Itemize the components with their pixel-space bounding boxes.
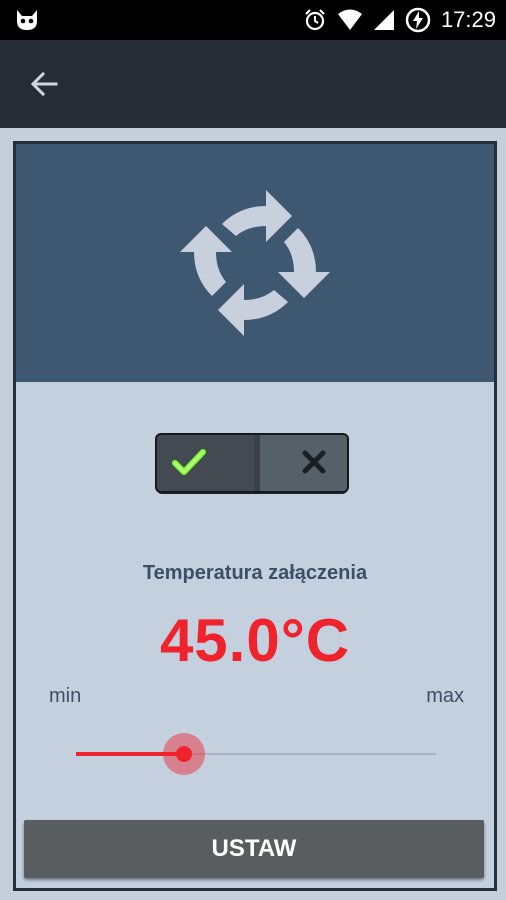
status-icons: 17:29 (303, 0, 496, 40)
wifi-icon (337, 9, 362, 30)
clock-time: 17:29 (440, 7, 496, 32)
set-button[interactable]: USTAW (24, 820, 484, 878)
battery-charging-icon (405, 7, 431, 33)
checkmark-icon (172, 449, 206, 475)
slider-thumb[interactable] (176, 746, 192, 762)
cell-signal-icon (373, 10, 394, 30)
hero-panel (16, 144, 494, 382)
slider-min-label: min (49, 685, 82, 707)
temperature-label: Temperatura załączenia (142, 562, 368, 584)
arrow-left-icon[interactable] (26, 68, 62, 100)
circular-arrows-refresh-icon (180, 190, 330, 336)
temperature-slider[interactable] (76, 732, 436, 776)
slider-max-label: max (426, 685, 464, 707)
status-bar: 17:29 (0, 0, 506, 40)
control-card: Temperatura załączenia 45.0°C min max US… (13, 141, 497, 891)
app-bar (0, 40, 506, 128)
alarm-icon (305, 9, 325, 31)
on-off-toggle[interactable] (154, 432, 350, 496)
x-icon (302, 450, 326, 474)
cat-app-notification-icon (17, 10, 37, 30)
temperature-value: 45.0°C (159, 607, 351, 674)
